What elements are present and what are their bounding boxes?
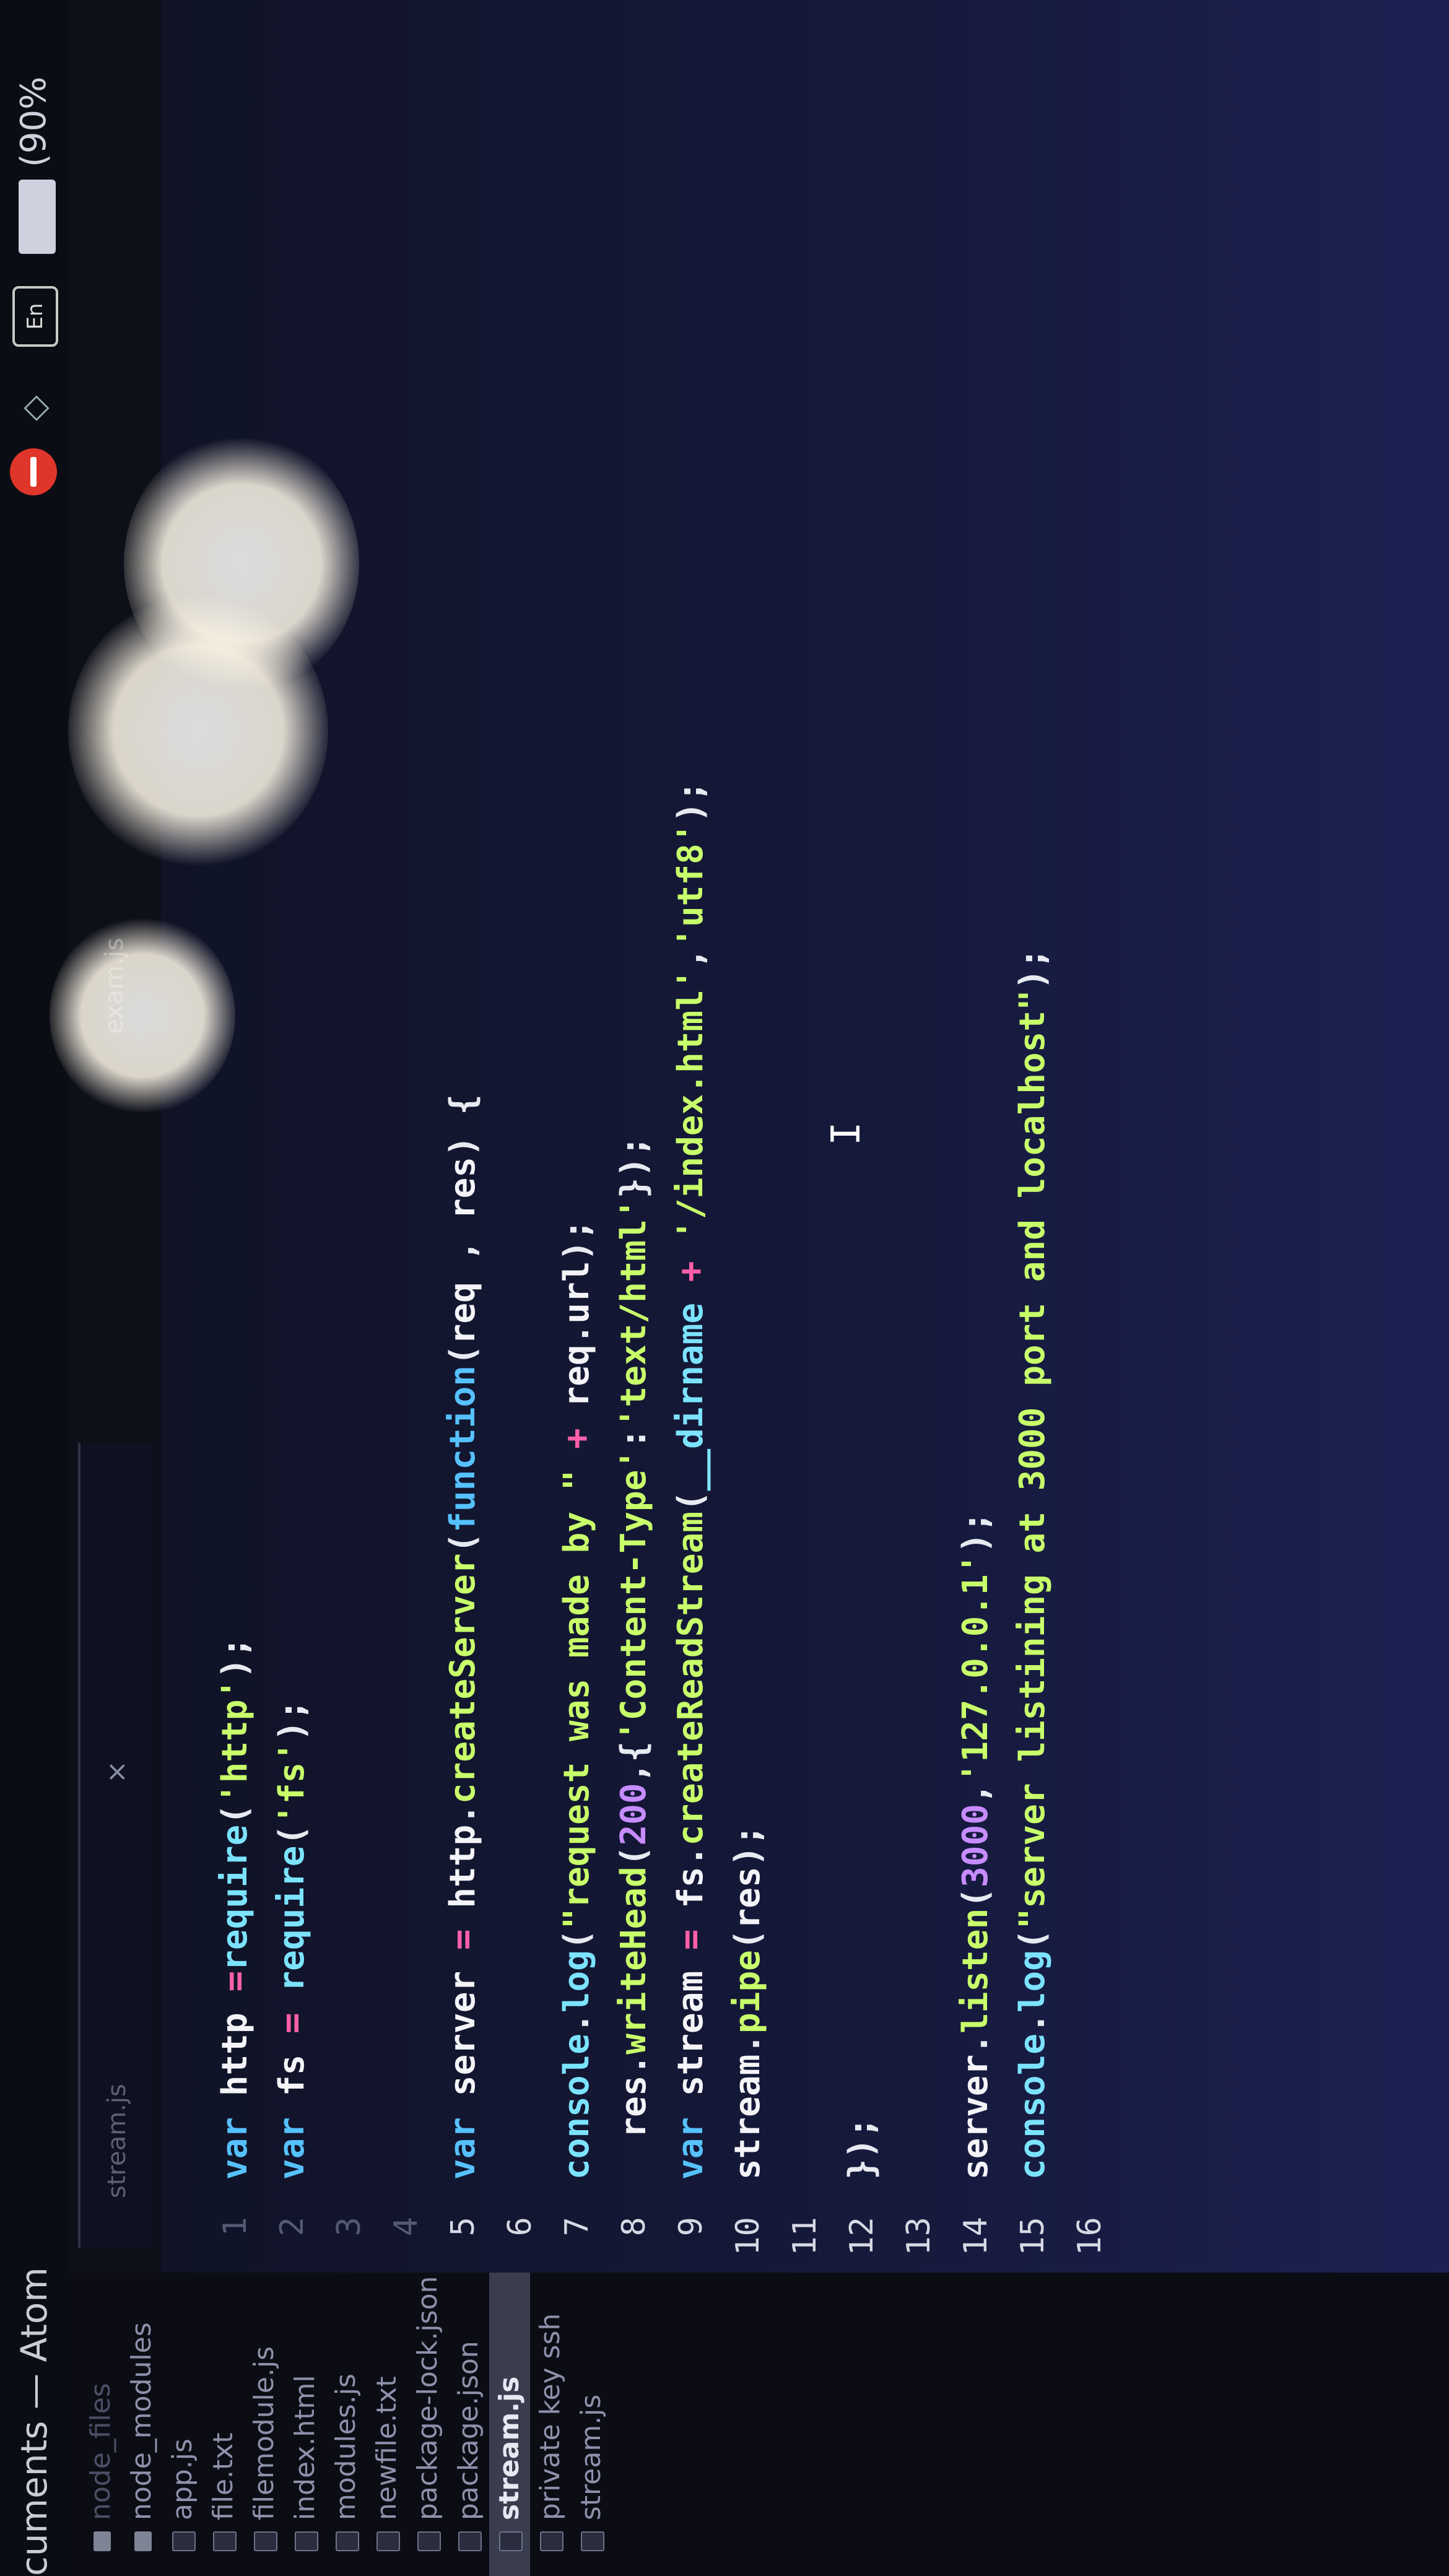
line-number: 5 [445,2217,482,2237]
line-number: 9 [672,2217,710,2237]
file-icon [213,2531,237,2551]
tree-item-label: package-lock.json [412,2276,443,2520]
line-number: 7 [559,2217,596,2237]
tree-view: node_files node_modules app.js file.txt file… [68,2273,1449,2576]
tree-item-label: newfile.txt [371,2376,402,2520]
tree-item-label: app.js [167,2439,198,2520]
tab-stream-js[interactable]: stream.js × [78,1443,154,2248]
battery-indicator[interactable]: En (90% [0,0,68,347]
code-line[interactable]: res.writeHead(200,{'Content-Type':'text/… [609,74,659,2180]
keyboard-icon[interactable]: En [12,286,58,347]
tab-label: stream.js [103,2084,131,2198]
battery-icon [19,180,56,254]
wifi-icon[interactable]: ◇ [11,384,57,421]
code-line[interactable] [894,74,944,2180]
battery-text: (90% [14,76,54,167]
tree-item-label: package.json [453,2341,484,2520]
file-icon [499,2531,523,2551]
folder-icon [134,2531,152,2551]
tree-item[interactable]: stream.js [571,2273,612,2576]
file-icon [376,2531,400,2551]
line-number: 1 [217,2217,254,2237]
line-gutter: 1 2 3 4 5 6 7 8 9 10 11 12 13 14 15 16 [161,2217,1449,2273]
file-icon [295,2531,318,2551]
line-number: 15 [1014,2217,1051,2256]
tree-item[interactable]: modules.js [326,2273,367,2576]
code-line[interactable]: stream.pipe(res); [723,74,773,2180]
line-number: 16 [1071,2217,1108,2256]
code-line[interactable] [324,74,374,2180]
code-line[interactable]: var stream = fs.createReadStream(__dirna… [666,74,716,2180]
tree-item[interactable]: stream.js [489,2273,530,2576]
line-number: 13 [900,2217,938,2256]
tree-item-label: node_modules [126,2322,157,2520]
tree-item-label: filemodule.js [248,2346,280,2520]
close-icon[interactable]: × [80,1760,154,1783]
text-cursor: I [824,1121,869,1146]
tree-item[interactable]: package-lock.json [407,2273,448,2576]
tree-item-label: node_files [85,2383,116,2520]
screen-glare [50,916,235,1115]
atom-window: cuments — Atom ◇ En (90% node_files node_… [0,0,1449,2576]
file-icon [581,2531,604,2551]
file-icon [254,2531,277,2551]
tree-item[interactable]: index.html [285,2273,326,2576]
tree-item[interactable]: app.js [162,2273,203,2576]
line-number: 2 [274,2217,311,2237]
code-line[interactable]: var http =require('http'); [211,74,260,2180]
tree-item-label: index.html [289,2375,321,2520]
tree-item[interactable]: newfile.txt [367,2273,407,2576]
folder-icon [94,2531,111,2551]
tree-item-label: private key ssh [534,2313,566,2520]
code-line[interactable]: var fs = require('fs'); [268,74,317,2180]
tree-item-label: stream.js [494,2376,525,2520]
line-number: 8 [616,2217,653,2237]
tree-item[interactable]: filemodule.js [244,2273,285,2576]
file-icon [458,2531,482,2551]
tab-bar: stream.js × exam.js [68,0,161,2273]
file-icon [540,2531,564,2551]
tree-item[interactable]: private key ssh [530,2273,571,2576]
code-line[interactable]: server.listen(3000,'127.0.0.1'); [951,74,1001,2180]
tree-item-label: stream.js [575,2394,607,2520]
file-icon [336,2531,359,2551]
code-line[interactable] [495,74,545,2180]
code-line[interactable] [381,74,431,2180]
code-line[interactable] [1065,74,1115,2180]
code-line[interactable]: console.log("server listining at 3000 po… [1008,74,1058,2180]
line-number: 10 [729,2217,767,2256]
code-editor[interactable]: 1 2 3 4 5 6 7 8 9 10 11 12 13 14 15 16 var http =requir… [161,0,1449,2273]
tree-item[interactable]: package.json [448,2273,489,2576]
tree-item-label: modules.js [330,2374,362,2520]
file-icon [417,2531,441,2551]
line-number: 12 [843,2217,881,2256]
tree-item[interactable]: file.txt [203,2273,244,2576]
tree-item-label: file.txt [207,2432,239,2520]
tree-item[interactable]: node_modules [121,2273,162,2576]
title-bar: cuments — Atom ◇ En (90% [0,0,68,2576]
file-icon [172,2531,196,2551]
tree-item[interactable]: node_files [80,2273,121,2576]
line-number: 6 [502,2217,539,2237]
code-line[interactable] [780,74,830,2180]
photo-stage: cuments — Atom ◇ En (90% node_files node_… [0,0,1449,2576]
line-number: 11 [786,2217,824,2256]
code-line[interactable]: console.log("request was made by " + req… [552,74,602,2180]
line-number: 4 [388,2217,425,2237]
line-number: 3 [331,2217,368,2237]
line-number: 14 [957,2217,994,2256]
screen-glare [124,433,359,694]
code-line[interactable]: var server = http.createServer(function(… [438,74,488,2180]
stop-icon[interactable] [10,448,57,495]
window-title: cuments — Atom [13,2267,55,2576]
